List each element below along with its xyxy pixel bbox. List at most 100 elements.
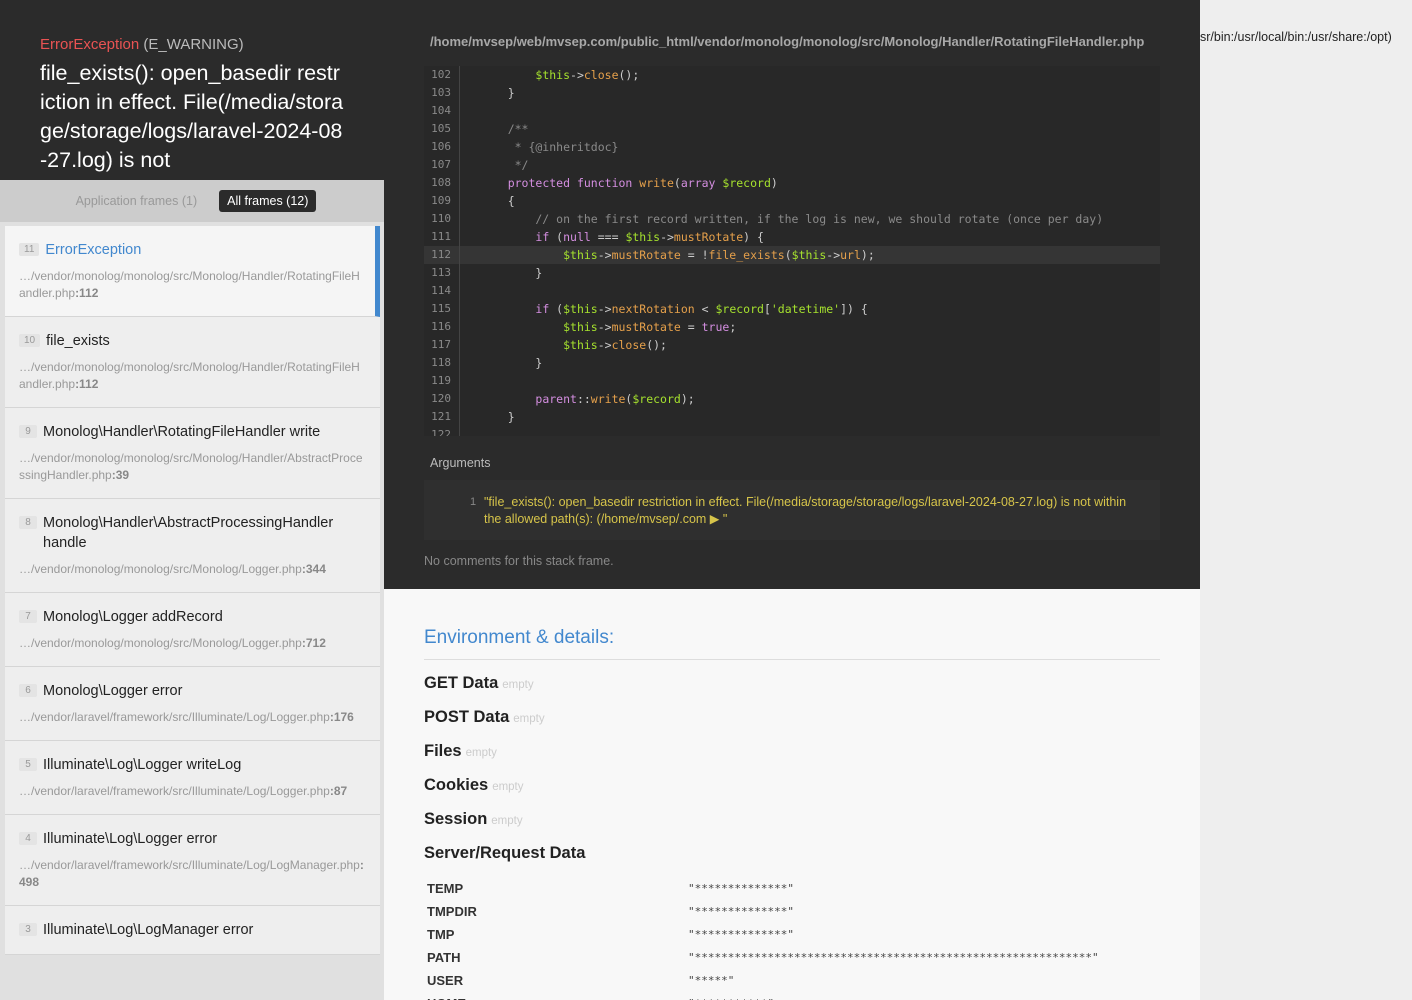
- no-comments-text: No comments for this stack frame.: [424, 554, 614, 568]
- frame-index: 9: [19, 425, 37, 438]
- code-line: 114: [424, 282, 1160, 300]
- section-name: Session: [424, 810, 488, 828]
- env-section: Session empty: [424, 810, 523, 829]
- row-key: HOME: [427, 992, 688, 1000]
- frame-index: 10: [19, 334, 41, 347]
- frame-index: 8: [19, 516, 37, 529]
- frame-head: 4 Illuminate\Log\Logger error: [19, 829, 366, 849]
- frame-head: 11 ErrorException: [19, 240, 361, 260]
- left-panel: ErrorException (E_WARNING) file_exists()…: [0, 0, 384, 1000]
- code-line: 102 $this->close();: [424, 66, 1160, 84]
- row-key: TEMP: [427, 881, 464, 896]
- line-source: if ($this->nextRotation < $record['datet…: [535, 302, 868, 316]
- frame-file-path: …/vendor/monolog/monolog/src/Monolog/Han…: [19, 269, 360, 300]
- line-number: 105: [424, 120, 460, 138]
- arguments-label: Arguments: [430, 456, 491, 470]
- frame-file: …/vendor/laravel/framework/src/Illuminat…: [19, 783, 366, 800]
- line-number: 106: [424, 138, 460, 156]
- frame-index: 5: [19, 758, 37, 771]
- section-name: Files: [424, 742, 462, 760]
- row-key: TMPDIR: [427, 904, 477, 919]
- code-line: 110 // on the first record written, if t…: [424, 210, 1160, 228]
- stack-frame[interactable]: 7 Monolog\Logger addRecord …/vendor/monolo…: [5, 593, 380, 667]
- line-number: 108: [424, 174, 460, 192]
- code-viewer: 102 $this->close(); 103 } 104 105 /** 106 * …: [424, 66, 1160, 436]
- line-source: }: [480, 410, 515, 424]
- frame-class: Illuminate\Log\LogManager error: [43, 922, 254, 938]
- line-source: [460, 102, 480, 120]
- frame-file-path[interactable]: /home/mvsep/web/mvsep.com/public_html/ve…: [430, 34, 1144, 49]
- stack-frame[interactable]: 6 Monolog\Logger error …/vendor/laravel/fr…: [5, 667, 380, 741]
- frame-class: Monolog\Handler\AbstractProcessingHandle…: [43, 515, 334, 551]
- code-line: 113 }: [424, 264, 1160, 282]
- line-number: 109: [424, 192, 460, 210]
- frame-head: 7 Monolog\Logger addRecord: [19, 607, 366, 627]
- line-number: 112: [424, 246, 460, 264]
- frame-index: 3: [19, 923, 37, 936]
- stack-frame[interactable]: 10 file_exists …/vendor/monolog/monolog/sr…: [5, 317, 380, 408]
- divider: [424, 659, 1160, 660]
- section-name: Cookies: [424, 776, 489, 794]
- code-line: 111 if (null === $this->mustRotate) {: [424, 228, 1160, 246]
- line-number: 117: [424, 336, 460, 354]
- frame-class: Monolog\Logger error: [43, 683, 183, 699]
- stack-frame[interactable]: 9 Monolog\Handler\RotatingFileHandler wri…: [5, 408, 380, 499]
- table-row: PATH "***********************************…: [427, 946, 1127, 969]
- row-value: "***********": [688, 992, 774, 1000]
- code-panel: /home/mvsep/web/mvsep.com/public_html/ve…: [384, 0, 1200, 589]
- stack-frame[interactable]: 5 Illuminate\Log\Logger writeLog …/vendor/…: [5, 741, 380, 815]
- arguments-box: 1 "file_exists(): open_basedir restricti…: [424, 480, 1160, 540]
- overflow-area: sr/bin:/usr/local/bin:/usr/share:/opt): [1200, 0, 1412, 1000]
- argument-value[interactable]: "file_exists(): open_basedir restriction…: [484, 494, 1140, 528]
- line-number: 111: [424, 228, 460, 246]
- line-number: 113: [424, 264, 460, 282]
- env-section: Cookies empty: [424, 776, 524, 795]
- frame-line-number: :344: [301, 562, 326, 576]
- frame-class: Monolog\Handler\RotatingFileHandler writ…: [43, 424, 321, 440]
- line-source: $this->close();: [563, 338, 667, 352]
- frame-head: 8 Monolog\Handler\AbstractProcessingHandl…: [19, 513, 366, 553]
- row-key: TMP: [427, 927, 455, 942]
- stack-frame[interactable]: 8 Monolog\Handler\AbstractProcessingHandl…: [5, 499, 380, 593]
- environment-title: Environment & details:: [424, 627, 615, 648]
- line-source: $this->mustRotate = true;: [563, 320, 737, 334]
- stack-frame[interactable]: 3 Illuminate\Log\LogManager error: [5, 906, 380, 955]
- code-line: 119: [424, 372, 1160, 390]
- row-value: "**************": [688, 882, 794, 895]
- line-number: 107: [424, 156, 460, 174]
- frame-index: 4: [19, 832, 37, 845]
- exception-header: ErrorException (E_WARNING) file_exists()…: [0, 0, 384, 180]
- line-number: 120: [424, 390, 460, 408]
- frame-file: …/vendor/monolog/monolog/src/Monolog/Han…: [19, 268, 361, 302]
- section-status: empty: [465, 747, 497, 759]
- env-section: GET Data empty: [424, 674, 534, 693]
- stack-frame[interactable]: 4 Illuminate\Log\Logger error …/vendor/lar…: [5, 815, 380, 906]
- tab-application-frames[interactable]: Application frames (1): [68, 190, 206, 212]
- line-number: 119: [424, 372, 460, 390]
- frame-index: 7: [19, 610, 37, 623]
- line-source: $this->close();: [535, 68, 640, 82]
- table-row: TEMP "**************": [427, 877, 1127, 900]
- exception-title: ErrorException (E_WARNING): [40, 36, 344, 53]
- row-key: PATH: [427, 950, 461, 965]
- line-source: }: [480, 356, 543, 370]
- code-line: 106 * {@inheritdoc}: [424, 138, 1160, 156]
- frame-file: …/vendor/monolog/monolog/src/Monolog/Han…: [19, 450, 366, 484]
- frame-index: 6: [19, 684, 37, 697]
- line-source: */: [480, 158, 529, 172]
- line-source: [460, 372, 480, 390]
- line-number: 104: [424, 102, 460, 120]
- frame-class: ErrorException: [45, 242, 142, 258]
- line-number: 114: [424, 282, 460, 300]
- frame-class: file_exists: [46, 333, 110, 349]
- line-number: 110: [424, 210, 460, 228]
- code-line: 109 {: [424, 192, 1160, 210]
- tab-all-frames[interactable]: All frames (12): [219, 190, 317, 212]
- line-source: if (null === $this->mustRotate) {: [535, 230, 764, 244]
- line-source: }: [480, 266, 543, 280]
- frame-head: 5 Illuminate\Log\Logger writeLog: [19, 755, 366, 775]
- line-source: protected function write(array $record): [507, 176, 778, 190]
- stack-frame[interactable]: 11 ErrorException …/vendor/monolog/monolog…: [5, 226, 380, 317]
- line-source: $this->mustRotate = !file_exists($this->…: [563, 248, 875, 262]
- frame-line-number: :112: [75, 286, 99, 300]
